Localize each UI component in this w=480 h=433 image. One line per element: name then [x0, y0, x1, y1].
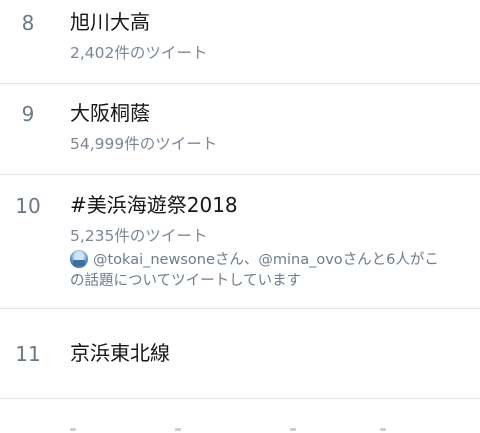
user-avatar-icon	[70, 250, 88, 268]
trend-item-11[interactable]: 11 京浜東北線	[0, 309, 480, 398]
trend-context: @tokai_newsoneさん、@mina_ovoさんと6人がこ の話題につい…	[70, 250, 462, 292]
trend-item-9[interactable]: 9 大阪桐蔭 54,999件のツイート	[0, 84, 480, 173]
trend-item-10[interactable]: 10 #美浜海遊祭2018 5,235件のツイート @tokai_newsone…	[0, 175, 480, 307]
trend-tweet-count: 5,235件のツイート	[70, 227, 208, 245]
trend-title: #美浜海遊祭2018	[70, 193, 238, 217]
trend-title: 大阪桐蔭	[70, 101, 150, 125]
trend-rank: 11	[15, 342, 41, 366]
trend-title: 京浜東北線	[70, 341, 170, 365]
trend-rank: 10	[15, 194, 41, 218]
trend-context-line1: @tokai_newsoneさん、@mina_ovoさんと6人がこ	[93, 252, 439, 268]
trend-title: 旭川大高	[70, 10, 150, 34]
trend-context-line2: の話題についてツイートしています	[70, 273, 302, 289]
trend-rank: 8	[21, 11, 35, 35]
trend-item-8[interactable]: 8 旭川大高 2,402件のツイート	[0, 0, 480, 83]
trend-tweet-count: 54,999件のツイート	[70, 135, 218, 153]
trend-rank: 9	[21, 102, 35, 126]
next-trend-partial	[0, 428, 480, 433]
divider	[0, 398, 480, 399]
trend-tweet-count: 2,402件のツイート	[70, 44, 208, 62]
